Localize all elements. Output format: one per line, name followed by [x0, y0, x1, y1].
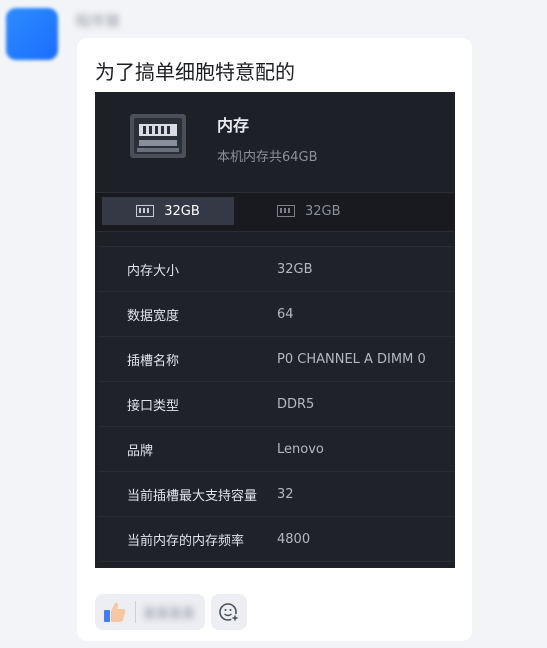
sender-name: 程序猿	[75, 12, 121, 30]
row-value: 4800	[277, 531, 311, 547]
row-value: DDR5	[277, 396, 315, 412]
like-reaction[interactable]: 某某某某	[95, 594, 205, 630]
reaction-names: 某某某某	[143, 607, 196, 622]
thumbs-up-icon	[104, 602, 126, 622]
row-key: 当前插槽最大支持容量	[127, 488, 258, 504]
ram-chip-icon	[136, 205, 155, 217]
row-key: 接口类型	[127, 398, 180, 414]
row-value: 32GB	[277, 261, 313, 277]
tab-slot-2-label: 32GB	[305, 203, 341, 219]
table-row: 数据宽度 64	[99, 291, 455, 336]
row-key: 当前内存的内存频率	[127, 533, 245, 549]
row-key: 内存大小	[127, 263, 180, 279]
table-row: 当前内存的内存频率 4800	[99, 516, 455, 562]
row-value: 32	[277, 486, 294, 502]
memory-info-table: 内存大小 32GB 数据宽度 64 插槽名称 P0 CHANNEL A DIMM…	[99, 246, 455, 562]
reaction-separator	[135, 601, 136, 623]
emoji-add-icon	[219, 603, 239, 622]
row-value: 64	[277, 306, 294, 322]
message-text: 为了搞单细胞特意配的	[95, 60, 295, 84]
row-key: 插槽名称	[127, 353, 180, 369]
row-value: P0 CHANNEL A DIMM 0	[277, 351, 426, 367]
row-key: 数据宽度	[127, 308, 180, 324]
tab-slot-2[interactable]: 32GB	[277, 197, 397, 225]
table-row: 插槽名称 P0 CHANNEL A DIMM 0	[99, 336, 455, 381]
tab-slot-1-label: 32GB	[164, 203, 200, 219]
table-row: 接口类型 DDR5	[99, 381, 455, 426]
add-reaction-button[interactable]	[211, 594, 247, 630]
table-row: 内存大小 32GB	[99, 246, 455, 291]
tab-slot-1[interactable]: 32GB	[102, 197, 234, 225]
sender-avatar[interactable]	[6, 8, 58, 60]
table-row: 品牌 Lenovo	[99, 426, 455, 471]
memory-title: 内存	[217, 116, 250, 135]
row-value: Lenovo	[277, 441, 324, 457]
message-bubble: 为了搞单细胞特意配的 内存 本机内存共64GB 32GB 32GB 内存大小 3…	[77, 38, 472, 641]
memory-slot-tabs: 32GB 32GB	[95, 192, 455, 232]
memory-module-icon	[130, 114, 186, 158]
ram-chip-icon	[277, 205, 295, 217]
memory-subtitle: 本机内存共64GB	[217, 150, 318, 165]
table-row: 当前插槽最大支持容量 32	[99, 471, 455, 516]
row-key: 品牌	[127, 443, 154, 459]
memory-screenshot[interactable]: 内存 本机内存共64GB 32GB 32GB 内存大小 32GB 数据宽度 64…	[95, 92, 455, 568]
